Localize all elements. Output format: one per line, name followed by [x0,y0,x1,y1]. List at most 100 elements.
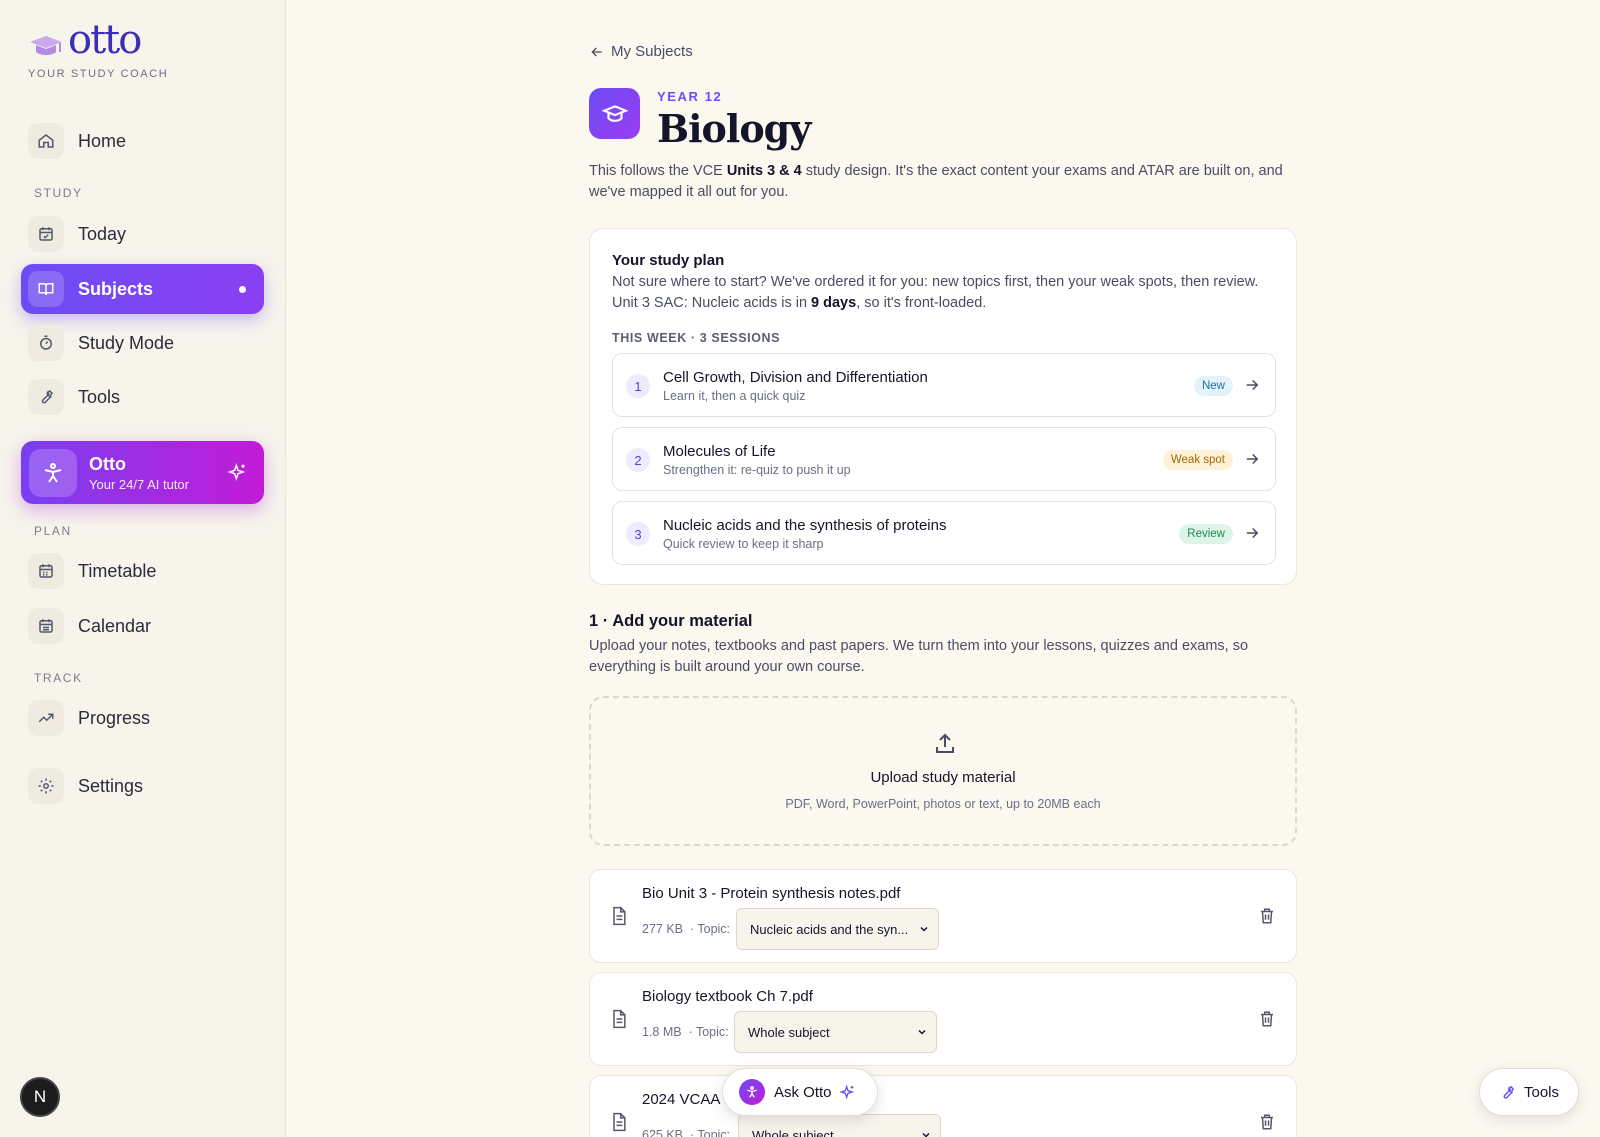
file-meta: 625 KB · Topic: [642,1128,730,1137]
trash-icon[interactable] [1258,907,1276,925]
back-link-label: My Subjects [611,43,693,60]
sidebar-item-subjects[interactable]: Subjects [21,264,264,314]
sidebar-item-calendar[interactable]: Calendar [21,601,264,651]
sidebar-item-label: Calendar [78,615,152,636]
file-size: 625 KB [642,1128,684,1137]
tools-button-label: Tools [1523,1083,1560,1101]
file-size: 277 KB [642,922,684,936]
upload-dropzone[interactable]: Upload study material PDF, Word, PowerPo… [589,696,1297,846]
topic-label: · Topic: [688,1025,729,1039]
book-open-icon [28,271,64,307]
sidebar-item-home[interactable]: Home [21,116,264,166]
topic-label: · Topic: [689,1128,731,1137]
arrow-right-icon [1246,527,1259,539]
section-plan: PLAN [34,524,72,538]
session-row[interactable]: 1 Cell Growth, Division and Differentiat… [612,353,1276,417]
trash-icon[interactable] [1258,1113,1276,1131]
calendar-check-icon [28,216,64,252]
status-badge: Review [1179,524,1233,544]
file-icon [613,906,626,926]
topic-select[interactable]: Nucleic acids and the syn... [736,908,939,950]
session-number: 2 [626,448,650,472]
trending-up-icon [28,700,64,736]
arrow-left-icon [591,47,602,56]
session-number: 1 [626,374,650,398]
file-size: 1.8 MB [642,1025,682,1039]
file-item: Biology textbook Ch 7.pdf 1.8 MB · Topic… [589,972,1297,1066]
otto-avatar-icon [739,1079,765,1105]
sparkle-icon [839,1084,854,1100]
arrow-right-icon [1246,453,1259,465]
intro-text: This follows the VCE [589,163,727,179]
logo-wordmark: otto [68,17,142,63]
sparkle-icon [228,462,246,482]
year-label: YEAR 12 [657,89,723,104]
file-icon [613,1009,626,1029]
sidebar-item-progress[interactable]: Progress [21,693,264,743]
sidebar-item-label: Progress [78,707,151,728]
intro-highlight: Units 3 & 4 [726,163,802,179]
status-badge: New [1193,376,1233,396]
ask-otto-button[interactable]: Ask Otto [722,1068,878,1116]
plan-desc-highlight: 9 days [811,295,857,311]
timer-icon [28,325,64,361]
add-material-description: Upload your notes, textbooks and past pa… [589,638,1249,675]
otto-title: Otto [89,453,126,474]
session-title: Molecules of Life [663,443,776,460]
wrench-icon [1503,1085,1515,1099]
sidebar-item-label: Today [78,223,127,244]
study-plan-description: Not sure where to start? We've ordered i… [612,272,1262,314]
user-avatar[interactable]: N [20,1077,60,1117]
session-title: Cell Growth, Division and Differentiatio… [663,369,928,386]
topic-select-value: Whole subject [748,1024,830,1040]
upload-subtitle: PDF, Word, PowerPoint, photos or text, u… [785,797,1101,811]
topic-select-value: Whole subject [752,1127,834,1137]
wrench-icon [28,379,64,415]
session-title: Nucleic acids and the synthesis of prote… [663,517,947,534]
sidebar-item-label: Settings [78,775,144,796]
tools-button[interactable]: Tools [1479,1068,1579,1116]
timetable-icon [28,553,64,589]
session-row[interactable]: 2 Molecules of Life Strengthen it: re-qu… [612,427,1276,491]
file-meta: 1.8 MB · Topic: [642,1025,729,1039]
section-track: TRACK [34,671,83,685]
sidebar-item-study-mode[interactable]: Study Mode [21,318,264,368]
logo[interactable]: otto [28,17,142,63]
topic-select-value: Nucleic acids and the syn... [750,921,909,937]
sidebar-item-today[interactable]: Today [21,209,264,259]
otto-subtitle: Your 24/7 AI tutor [89,476,189,492]
otto-avatar-icon [29,448,77,497]
sidebar: otto YOUR STUDY COACH Home STUDY Today S… [0,0,286,1137]
add-material-title: 1 · Add your material [589,612,753,630]
sidebar-item-settings[interactable]: Settings [21,761,264,811]
back-link[interactable]: My Subjects [589,43,693,60]
graduation-cap-icon [601,104,628,122]
sidebar-item-label: Subjects [78,278,154,299]
sidebar-item-label: Home [78,130,127,151]
topic-select[interactable]: Whole subject [738,1114,941,1137]
study-plan-title: Your study plan [612,252,725,269]
arrow-right-icon [1246,379,1259,391]
home-icon [28,123,64,159]
file-icon [613,1112,626,1132]
sidebar-item-tools[interactable]: Tools [21,372,264,422]
active-indicator [239,286,246,293]
trash-icon[interactable] [1258,1010,1276,1028]
session-number: 3 [626,522,650,546]
otto-tutor-card[interactable]: Otto Your 24/7 AI tutor [21,441,264,504]
session-row[interactable]: 3 Nucleic acids and the synthesis of pro… [612,501,1276,565]
session-subtitle: Quick review to keep it sharp [663,537,824,551]
page-title: Biology [657,106,811,151]
status-badge: Weak spot [1162,450,1233,470]
sidebar-item-timetable[interactable]: Timetable [21,546,264,596]
subject-icon [589,88,640,139]
topic-select[interactable]: Whole subject [734,1011,937,1053]
calendar-icon [28,608,64,644]
week-summary: THIS WEEK · 3 SESSIONS [612,331,781,345]
plan-desc-text: , so it's front-loaded. [856,295,987,311]
session-subtitle: Learn it, then a quick quiz [663,389,806,403]
file-item: 2024 VCAA 625 KB · Topic: Whole subject [589,1075,1297,1137]
subject-intro: This follows the VCE Units 3 & 4 study d… [589,161,1289,203]
session-subtitle: Strengthen it: re-quiz to push it up [663,463,851,477]
file-name: 2024 VCAA [642,1091,721,1108]
